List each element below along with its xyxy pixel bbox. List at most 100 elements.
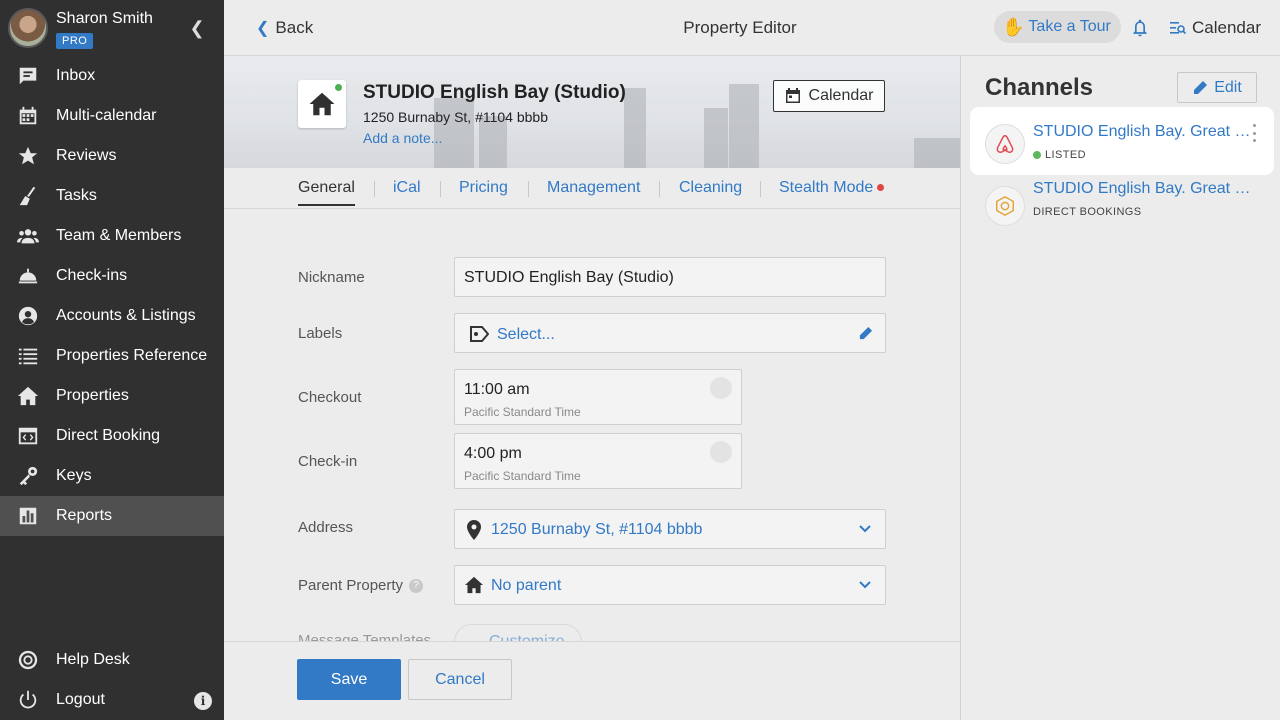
account-icon [16,304,40,328]
airbnb-icon [985,124,1025,164]
help-question-icon[interactable]: ? [409,579,424,594]
channels-title: Channels [985,74,1094,101]
parent-property-label-text: Parent Property [298,577,404,594]
tab-divider [440,181,441,197]
add-note-link[interactable]: Add a note... [363,130,442,146]
avatar[interactable] [8,8,48,48]
browser-code-icon [16,424,40,448]
edit-channels-button[interactable]: Edit [1177,72,1257,103]
back-button[interactable]: ❮ Back [256,18,313,38]
tab-ical[interactable]: iCal [393,179,421,197]
home-icon [465,576,483,594]
sidebar-item-multi-calendar[interactable]: Multi-calendar [0,96,224,136]
info-icon[interactable]: i [194,692,212,710]
sidebar-item-label: Keys [56,467,92,484]
user-name: Sharon Smith [56,10,153,27]
hero-building-shape [624,88,646,168]
sidebar-bottom-nav: Help Desk Logout i [0,640,224,720]
alarm-clock-icon[interactable] [710,377,732,399]
sidebar-item-direct-booking[interactable]: Direct Booking [0,416,224,456]
labels-select[interactable]: Select... [454,313,886,353]
page-title: Property Editor [683,18,797,37]
sidebar-item-keys[interactable]: Keys [0,456,224,496]
sidebar-item-check-ins[interactable]: Check-ins [0,256,224,296]
tab-pricing[interactable]: Pricing [459,179,508,197]
calendar-link[interactable]: Calendar [1170,18,1261,38]
tab-management[interactable]: Management [547,179,640,197]
checkin-timezone: Pacific Standard Time [464,469,581,483]
parent-property-select[interactable]: No parent [454,565,886,605]
tab-divider [760,181,761,197]
team-icon [16,224,40,248]
calendar-icon [785,88,800,103]
tour-label: Take a Tour [1028,18,1111,35]
report-icon [16,504,40,528]
tag-icon [470,326,489,342]
take-a-tour-button[interactable]: ✋ Take a Tour [994,11,1121,43]
user-profile[interactable]: Sharon Smith PRO ❮ [0,0,224,56]
cancel-button[interactable]: Cancel [408,659,512,700]
sidebar-nav: Inbox Multi-calendar Reviews Tasks Team … [0,56,224,536]
tab-general[interactable]: General [298,179,355,206]
home-icon [309,92,335,116]
sidebar-item-help-desk[interactable]: Help Desk [0,640,224,680]
sidebar-item-label: Multi-calendar [56,107,157,124]
channel-status: LISTED [1033,149,1086,161]
sidebar-item-label: Reviews [56,147,117,164]
sidebar-item-properties[interactable]: Properties [0,376,224,416]
lifebuoy-icon [16,648,40,672]
nickname-value: STUDIO English Bay (Studio) [464,269,674,286]
checkin-time-input[interactable]: 4:00 pm Pacific Standard Time [454,433,742,489]
sidebar-item-tasks[interactable]: Tasks [0,176,224,216]
property-calendar-button[interactable]: Calendar [773,80,885,112]
property-avatar[interactable] [298,80,346,128]
more-options-icon[interactable] [1253,124,1257,142]
channel-card-direct[interactable]: STUDIO English Bay. Great Location DIREC… [973,172,1271,234]
sidebar-item-team[interactable]: Team & Members [0,216,224,256]
sidebar-item-label: Team & Members [56,227,182,244]
nickname-input[interactable]: STUDIO English Bay (Studio) [454,257,886,297]
chevron-left-icon: ❮ [256,20,270,37]
form-footer: Save Cancel [224,641,960,720]
channels-panel: Channels Edit STUDIO English Bay. Great … [960,56,1280,720]
channel-name[interactable]: STUDIO English Bay. Great Location [1033,180,1259,198]
checkin-label: Check-in [298,453,358,470]
save-button[interactable]: Save [297,659,401,700]
channel-status: DIRECT BOOKINGS [1033,206,1141,218]
sidebar-item-inbox[interactable]: Inbox [0,56,224,96]
parent-property-label: Parent Property? [298,577,424,594]
sidebar-item-label: Reports [56,507,113,524]
sidebar-item-reviews[interactable]: Reviews [0,136,224,176]
hero-building-shape [729,84,759,168]
tab-stealth-mode[interactable]: Stealth Mode [779,179,885,197]
property-title: STUDIO English Bay (Studio) [363,82,626,103]
pencil-icon[interactable] [858,326,873,341]
hero-building-shape [704,108,728,168]
notification-bell-icon[interactable] [1130,17,1150,39]
channel-name[interactable]: STUDIO English Bay. Great Location [1033,123,1259,141]
tab-divider [528,181,529,197]
inbox-icon [16,64,40,88]
checkout-time-input[interactable]: 11:00 am Pacific Standard Time [454,369,742,425]
channel-status-label: LISTED [1045,149,1086,161]
chevron-down-icon [859,581,871,589]
edit-label: Edit [1214,78,1242,96]
sidebar-item-label: Accounts & Listings [56,307,196,324]
nickname-label: Nickname [298,269,365,286]
collapse-sidebar-icon[interactable]: ❮ [188,18,206,38]
sidebar-item-reports[interactable]: Reports [0,496,224,536]
sidebar-item-properties-reference[interactable]: Properties Reference [0,336,224,376]
checkout-label: Checkout [298,389,362,406]
tab-divider [659,181,660,197]
property-editor: STUDIO English Bay (Studio) 1250 Burnaby… [224,56,960,720]
sidebar-item-accounts[interactable]: Accounts & Listings [0,296,224,336]
tab-cleaning[interactable]: Cleaning [679,179,742,197]
sidebar-item-logout[interactable]: Logout i [0,680,224,720]
alarm-clock-icon[interactable] [710,441,732,463]
address-select[interactable]: 1250 Burnaby St, #1104 bbbb [454,509,886,549]
property-header: STUDIO English Bay (Studio) 1250 Burnaby… [224,56,960,168]
property-address: 1250 Burnaby St, #1104 bbbb [363,109,549,125]
editor-tabs: General iCal Pricing Management Cleaning… [224,168,960,209]
checkout-time: 11:00 am [464,381,530,398]
channel-card-airbnb[interactable]: STUDIO English Bay. Great Location LISTE… [973,110,1271,172]
